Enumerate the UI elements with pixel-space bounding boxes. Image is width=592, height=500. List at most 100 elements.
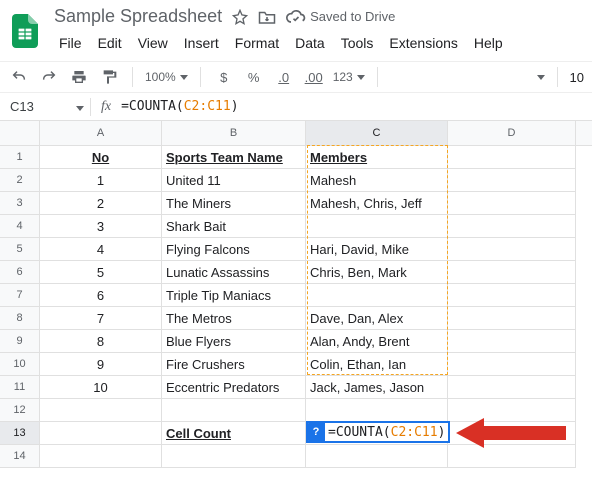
menu-extensions[interactable]: Extensions: [382, 31, 464, 55]
cell[interactable]: [448, 192, 576, 215]
cell[interactable]: [448, 261, 576, 284]
spreadsheet-grid[interactable]: A B C D 1NoSports Team NameMembers21Unit…: [0, 121, 592, 468]
cell[interactable]: The Metros: [162, 307, 306, 330]
cell[interactable]: [306, 284, 448, 307]
cell[interactable]: 10: [40, 376, 162, 399]
formula-input[interactable]: =COUNTA(C2:C11): [121, 99, 238, 114]
cell[interactable]: [448, 169, 576, 192]
more-formats[interactable]: 123: [333, 70, 365, 84]
cell[interactable]: [40, 399, 162, 422]
move-icon[interactable]: [258, 9, 276, 25]
cell[interactable]: Mahesh: [306, 169, 448, 192]
cell[interactable]: [448, 215, 576, 238]
cell[interactable]: Triple Tip Maniacs: [162, 284, 306, 307]
col-header-C[interactable]: C: [306, 121, 448, 145]
menu-help[interactable]: Help: [467, 31, 510, 55]
row-header[interactable]: 8: [0, 307, 40, 330]
paint-format-icon[interactable]: [98, 66, 120, 88]
cell[interactable]: 7: [40, 307, 162, 330]
format-percent[interactable]: %: [243, 66, 265, 88]
cell[interactable]: Mahesh, Chris, Jeff: [306, 192, 448, 215]
col-header-D[interactable]: D: [448, 121, 576, 145]
row-header[interactable]: 6: [0, 261, 40, 284]
increase-decimal[interactable]: .00: [303, 66, 325, 88]
cell[interactable]: Hari, David, Mike: [306, 238, 448, 261]
doc-title[interactable]: Sample Spreadsheet: [54, 6, 222, 27]
cell[interactable]: [448, 146, 576, 169]
cell[interactable]: [448, 376, 576, 399]
menu-insert[interactable]: Insert: [177, 31, 226, 55]
active-cell-editor[interactable]: ? =COUNTA(C2:C11): [306, 421, 450, 443]
row-header[interactable]: 2: [0, 169, 40, 192]
row-header[interactable]: 1: [0, 146, 40, 169]
cell[interactable]: Dave, Dan, Alex: [306, 307, 448, 330]
menu-edit[interactable]: Edit: [91, 31, 129, 55]
col-header-B[interactable]: B: [162, 121, 306, 145]
cell[interactable]: Fire Crushers: [162, 353, 306, 376]
zoom-select[interactable]: 100%: [145, 70, 188, 84]
cell[interactable]: [306, 445, 448, 468]
cell[interactable]: 5: [40, 261, 162, 284]
font-size[interactable]: 10: [570, 70, 584, 85]
cell[interactable]: 4: [40, 238, 162, 261]
cell[interactable]: Colin, Ethan, Ian: [306, 353, 448, 376]
row-header[interactable]: 9: [0, 330, 40, 353]
row-header[interactable]: 12: [0, 399, 40, 422]
row-header[interactable]: 4: [0, 215, 40, 238]
print-icon[interactable]: [68, 66, 90, 88]
cell[interactable]: [162, 445, 306, 468]
select-all-corner[interactable]: [0, 121, 40, 145]
cell[interactable]: [162, 399, 306, 422]
cell[interactable]: [448, 353, 576, 376]
cell[interactable]: [40, 422, 162, 445]
menu-format[interactable]: Format: [228, 31, 286, 55]
cell[interactable]: [306, 215, 448, 238]
cell[interactable]: Chris, Ben, Mark: [306, 261, 448, 284]
cell[interactable]: Eccentric Predators: [162, 376, 306, 399]
cell[interactable]: [448, 307, 576, 330]
cell[interactable]: Shark Bait: [162, 215, 306, 238]
redo-icon[interactable]: [38, 66, 60, 88]
decrease-decimal[interactable]: .0: [273, 66, 295, 88]
row-header[interactable]: 11: [0, 376, 40, 399]
row-header[interactable]: 7: [0, 284, 40, 307]
name-box[interactable]: C13: [0, 99, 90, 114]
menu-tools[interactable]: Tools: [334, 31, 381, 55]
cell[interactable]: [448, 330, 576, 353]
row-header[interactable]: 3: [0, 192, 40, 215]
cell[interactable]: Lunatic Assassins: [162, 261, 306, 284]
cell[interactable]: Jack, James, Jason: [306, 376, 448, 399]
col-header-A[interactable]: A: [40, 121, 162, 145]
cell[interactable]: Sports Team Name: [162, 146, 306, 169]
cell[interactable]: Blue Flyers: [162, 330, 306, 353]
cell[interactable]: [448, 284, 576, 307]
cell[interactable]: Cell Count: [162, 422, 306, 445]
formula-help-icon[interactable]: ?: [307, 423, 325, 441]
cell[interactable]: Flying Falcons: [162, 238, 306, 261]
menu-data[interactable]: Data: [288, 31, 332, 55]
cell[interactable]: 2: [40, 192, 162, 215]
cloud-status[interactable]: Saved to Drive: [286, 9, 395, 24]
cell[interactable]: United 11: [162, 169, 306, 192]
cell[interactable]: [306, 399, 448, 422]
cell[interactable]: No: [40, 146, 162, 169]
row-header[interactable]: 5: [0, 238, 40, 261]
cell[interactable]: 1: [40, 169, 162, 192]
chevron-down-icon[interactable]: [537, 75, 545, 80]
cell[interactable]: 3: [40, 215, 162, 238]
row-header[interactable]: 13: [0, 422, 40, 445]
cell[interactable]: The Miners: [162, 192, 306, 215]
cell[interactable]: 6: [40, 284, 162, 307]
cell[interactable]: Alan, Andy, Brent: [306, 330, 448, 353]
menu-view[interactable]: View: [131, 31, 175, 55]
cell[interactable]: [448, 238, 576, 261]
cell[interactable]: 9: [40, 353, 162, 376]
cell[interactable]: 8: [40, 330, 162, 353]
undo-icon[interactable]: [8, 66, 30, 88]
cell[interactable]: [40, 445, 162, 468]
menu-file[interactable]: File: [52, 31, 89, 55]
star-icon[interactable]: [232, 9, 248, 25]
row-header[interactable]: 10: [0, 353, 40, 376]
cell[interactable]: Members: [306, 146, 448, 169]
row-header[interactable]: 14: [0, 445, 40, 468]
